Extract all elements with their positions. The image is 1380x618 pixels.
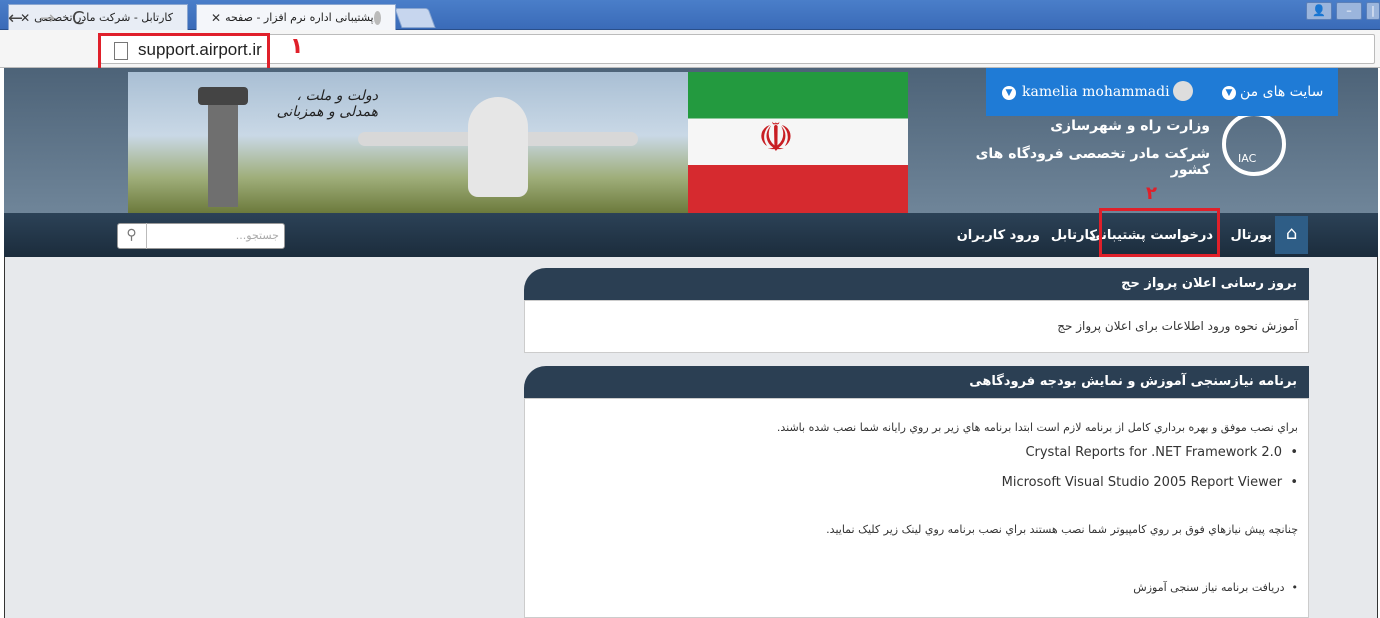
url-highlight-box bbox=[98, 33, 270, 71]
nav-login[interactable]: ورود کاربران bbox=[957, 228, 1040, 243]
list-item: Crystal Reports for .NET Framework 2.0 • bbox=[1025, 445, 1298, 460]
back-arrow-icon[interactable]: ← bbox=[8, 8, 23, 29]
nav-kartabl[interactable]: کارتابل bbox=[1051, 228, 1097, 243]
panel-body: آموزش نحوه ورود اطلاعات برای اعلان پرواز… bbox=[524, 300, 1309, 353]
download-link[interactable]: دریافت برنامه نیاز سنجی آموزش bbox=[1133, 581, 1284, 594]
search-placeholder: جستجو... bbox=[235, 229, 279, 242]
maximize-button[interactable]: | bbox=[1366, 2, 1380, 20]
tab-support[interactable]: پشتیبانی اداره نرم افزار - صفحه ✕ bbox=[196, 4, 396, 30]
annotation-1: ۱ bbox=[290, 34, 304, 59]
my-sites-menu[interactable]: سایت های من bbox=[1240, 84, 1323, 100]
control-tower-graphic bbox=[198, 87, 248, 207]
slogan-line-1: دولت و ملت ، bbox=[296, 88, 378, 104]
home-icon[interactable]: ⌂ bbox=[1275, 216, 1308, 254]
panel-intro: براي نصب موفق و بهره برداري كامل از برنا… bbox=[776, 421, 1298, 434]
forward-arrow-icon[interactable]: → bbox=[40, 8, 55, 29]
list-item: • دریافت برنامه نیاز سنجی آموزش bbox=[1133, 581, 1298, 594]
nav-highlight-box bbox=[1099, 208, 1220, 257]
chevron-down-icon[interactable]: ▼ bbox=[1002, 86, 1016, 100]
flag-graphic bbox=[688, 72, 908, 213]
emblem-icon: ☫ bbox=[758, 115, 794, 161]
panel-body: براي نصب موفق و بهره برداري كامل از برنا… bbox=[524, 398, 1309, 618]
org-name: شرکت مادر تخصصی فرودگاه های کشور bbox=[975, 146, 1210, 178]
new-tab-button[interactable] bbox=[394, 8, 436, 28]
reload-icon[interactable]: C bbox=[72, 8, 85, 29]
org-ministry: وزارت راه و شهرسازی bbox=[1050, 118, 1210, 134]
panel-note: چنانچه پيش نيازهاي فوق بر روي كامپيوتر ش… bbox=[826, 523, 1298, 536]
username[interactable]: kamelia mohammadi bbox=[1022, 84, 1170, 100]
nav-portal[interactable]: پورتال bbox=[1230, 228, 1272, 243]
search-icon[interactable]: ⚲ bbox=[117, 223, 147, 249]
panel-title: برنامه نیازسنجی آموزش و نمایش بودجه فرود… bbox=[524, 366, 1309, 398]
panel-link[interactable]: آموزش نحوه ورود اطلاعات برای اعلان پرواز… bbox=[1057, 319, 1298, 333]
annotation-2: ۲ bbox=[1146, 183, 1157, 204]
favicon-icon bbox=[373, 10, 381, 25]
panel-title: بروز رسانی اعلان پرواز حج bbox=[524, 268, 1309, 300]
slogan-line-2: همدلی و همزبانی bbox=[276, 104, 378, 120]
tab-kartabl[interactable]: کارتابل - شرکت مادر تخصصی ✕ bbox=[8, 4, 188, 30]
user-icon[interactable]: 👤 bbox=[1306, 2, 1332, 20]
iac-logo bbox=[1222, 112, 1286, 176]
avatar bbox=[1173, 81, 1193, 101]
close-icon[interactable]: ✕ bbox=[211, 11, 221, 25]
airplane-graphic bbox=[468, 97, 528, 197]
chevron-down-icon[interactable]: ▼ bbox=[1222, 86, 1236, 100]
list-item: Microsoft Visual Studio 2005 Report View… bbox=[1001, 475, 1298, 490]
minimize-button[interactable]: – bbox=[1336, 2, 1362, 20]
